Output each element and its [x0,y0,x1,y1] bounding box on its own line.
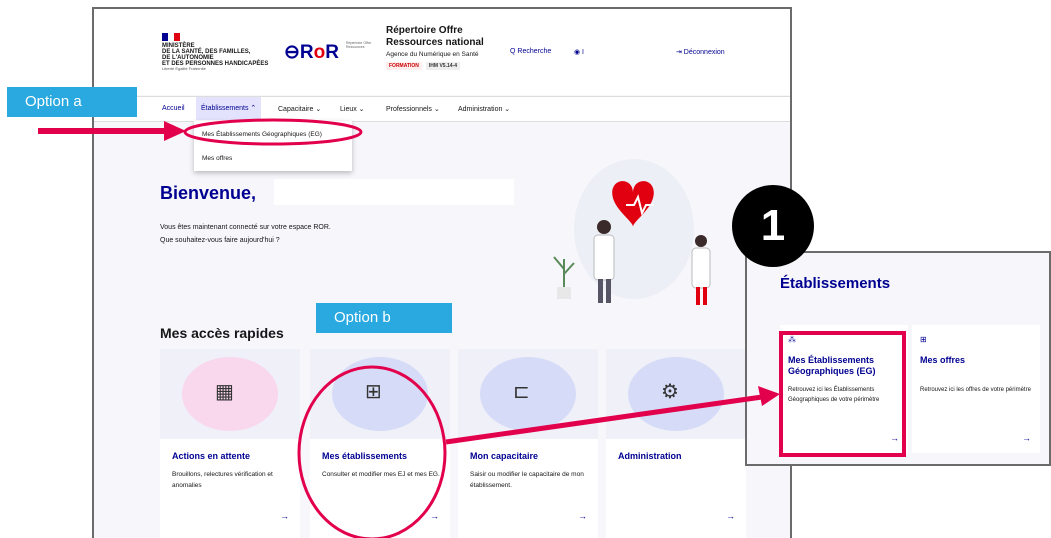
highlight-ellipse-option-a [183,118,363,146]
highlight-ellipse-option-b [297,365,447,538]
highlight-box-eg-card [779,331,906,457]
annotation-overlay [38,118,906,538]
arrow-head-option-b [758,386,780,406]
arrow-head-option-a [164,121,186,141]
arrow-option-b [445,394,763,445]
